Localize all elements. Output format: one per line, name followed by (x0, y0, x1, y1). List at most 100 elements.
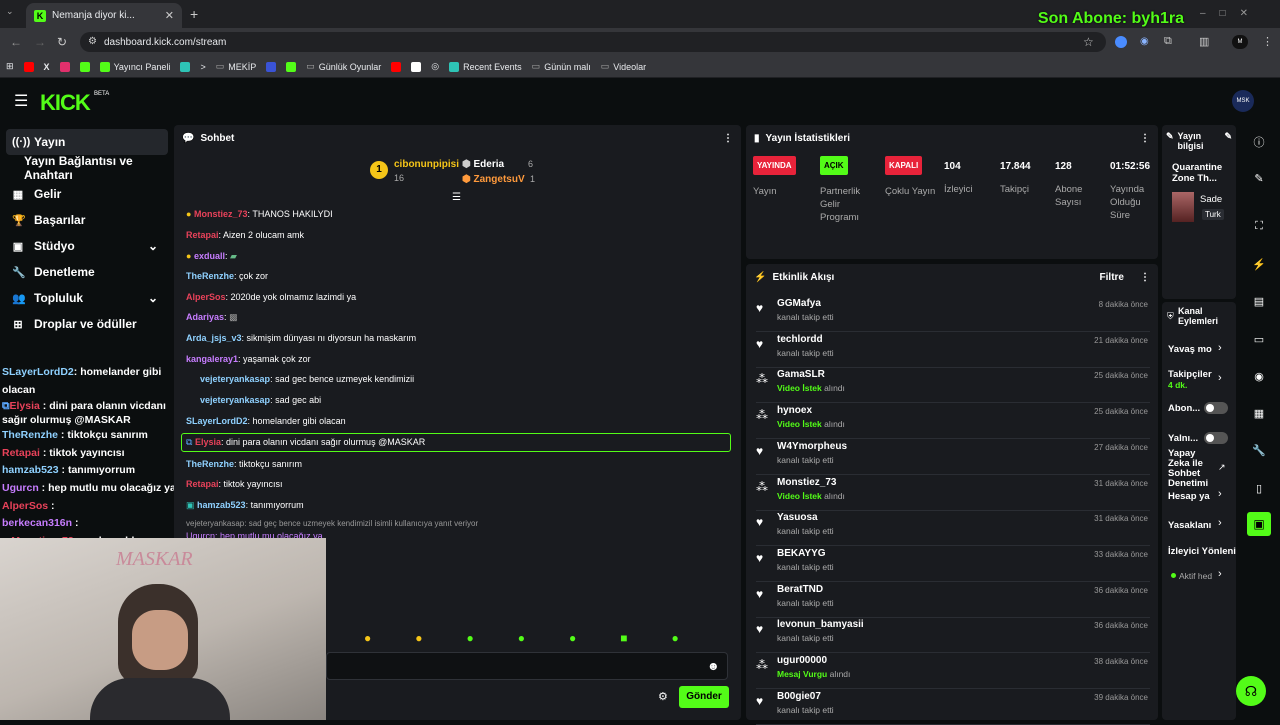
emoji-picker-icon[interactable]: ☻ (707, 659, 720, 673)
account-action[interactable]: Hesap ya (1168, 491, 1210, 502)
chat-user[interactable]: Arda_jsjs_v3 (186, 333, 242, 343)
storage-icon[interactable]: ▦ (1252, 407, 1266, 421)
extension-icon[interactable] (1115, 36, 1127, 48)
image-bookmark-icon[interactable] (411, 61, 422, 72)
mobile-icon[interactable]: ▯ (1252, 482, 1266, 496)
x-bookmark-icon[interactable]: X (44, 62, 50, 72)
kick-logo[interactable]: KICK (40, 90, 91, 116)
clapperboard-icon[interactable]: ▣ (1247, 512, 1271, 536)
forward-icon[interactable]: → (34, 35, 46, 49)
edit-info-icon[interactable]: ✎ (1224, 131, 1232, 151)
chat-user[interactable]: vejeteryankasap (200, 374, 270, 384)
chat-user[interactable]: AlperSos (186, 292, 226, 302)
chat-user[interactable]: exduall (194, 251, 225, 261)
nav-denetleme[interactable]: 🔧 Denetleme (0, 259, 170, 285)
activity-user[interactable]: GGMafya (777, 298, 821, 309)
activity-user[interactable]: BeratTND (777, 584, 823, 595)
slow-mode-action[interactable]: Yavaş mo (1168, 344, 1212, 355)
chat-settings-icon[interactable]: ⚙ (658, 690, 668, 703)
globe-bookmark-icon[interactable]: ◎ (431, 61, 439, 72)
emote-only-toggle[interactable] (1204, 432, 1228, 444)
chevron-right-icon[interactable]: › (1218, 568, 1222, 580)
chevron-right-icon[interactable]: › (1218, 517, 1222, 529)
kick-bookmark-icon[interactable] (286, 61, 297, 72)
collapse-leaderboard-icon[interactable]: ☰ (452, 192, 461, 203)
chat-user[interactable]: Retapai (186, 479, 219, 489)
apps-icon[interactable]: ⊞ (6, 61, 14, 72)
bookmark-gunun-mali[interactable]: ▭ Günün malı (532, 61, 591, 72)
chat-input[interactable] (326, 652, 728, 680)
activity-user[interactable]: hynoex (777, 405, 812, 416)
chat-user[interactable]: TheRenzhe (186, 459, 234, 469)
chat-user[interactable]: TheRenzhe (186, 271, 234, 281)
document-icon[interactable]: ▤ (1252, 295, 1266, 309)
hamburger-menu-icon[interactable]: ☰ (14, 91, 28, 111)
chat-user[interactable]: kangaleray1 (186, 354, 238, 364)
user-avatar[interactable]: MSK (1232, 90, 1254, 112)
filter-button[interactable]: Filtre (1100, 272, 1124, 283)
viewer-management-action[interactable]: İzleyici Yönleni (1168, 546, 1236, 557)
nav-droplar[interactable]: ⊞ Droplar ve ödüller (0, 311, 170, 337)
activity-user[interactable]: B00gie07 (777, 691, 821, 702)
profile-avatar[interactable]: M (1232, 35, 1248, 49)
chevron-right-icon[interactable]: › (1218, 342, 1222, 354)
bookmark-yayinci-paneli[interactable]: Yayıncı Paneli (99, 61, 170, 72)
chat-user[interactable]: Monstiez_73 (194, 209, 248, 219)
emote-icon[interactable]: ■ (620, 631, 627, 645)
chat-user[interactable]: Retapai (186, 230, 219, 240)
chevron-right-icon[interactable]: › (1218, 372, 1222, 384)
chat-user[interactable]: Adariyas (186, 312, 224, 322)
chat-user[interactable]: SLayerLordD2 (186, 416, 248, 426)
youtube-bookmark-icon[interactable] (391, 61, 402, 72)
chat-menu-icon[interactable]: ⋮ (723, 133, 733, 144)
bookmark-icon[interactable] (266, 61, 277, 72)
edit-icon[interactable]: ✎ (1252, 172, 1266, 186)
info-icon[interactable]: ⓘ (1252, 134, 1266, 149)
activity-user[interactable]: levonun_bamyasii (777, 619, 864, 630)
activity-menu-icon[interactable]: ⋮ (1140, 272, 1150, 283)
side-panel-icon[interactable]: ▥ (1199, 35, 1209, 48)
chat-user[interactable]: vejeteryankasap (200, 395, 270, 405)
reload-icon[interactable]: ↻ (57, 35, 67, 49)
activity-user[interactable]: Yasuosa (777, 512, 818, 523)
send-button[interactable]: Gönder (679, 686, 729, 708)
window-controls[interactable]: –□✕ (1200, 8, 1262, 19)
nav-studyo[interactable]: ▣ Stüdyo ⌄ (0, 233, 170, 259)
emote-icon[interactable]: ● (364, 631, 371, 645)
bookmark-videolar[interactable]: ▭ Videolar (601, 61, 646, 72)
emote-icon[interactable]: ● (569, 631, 576, 645)
youtube-bookmark-icon[interactable] (23, 61, 34, 72)
support-headset-icon[interactable]: ☊ (1236, 676, 1266, 706)
bookmark-gunluk-oyunlar[interactable]: ▭ Günlük Oyunlar (306, 61, 381, 72)
external-link-icon[interactable]: ↗ (1218, 462, 1226, 473)
instagram-bookmark-icon[interactable] (59, 61, 70, 72)
url-input[interactable]: dashboard.kick.com/stream (80, 32, 1106, 52)
browser-tab[interactable]: K Nemanja diyor ki... ✕ (26, 3, 182, 28)
activity-user[interactable]: ugur00000 (777, 655, 827, 666)
chat-icon[interactable]: ▭ (1252, 333, 1266, 347)
wrench-icon[interactable]: 🔧 (1252, 444, 1266, 458)
subs-only-toggle[interactable] (1204, 402, 1228, 414)
extension-icon[interactable]: ◉ (1140, 36, 1149, 47)
new-tab-icon[interactable]: + (190, 6, 198, 22)
nav-topluluk[interactable]: 👥 Topluluk ⌄ (0, 285, 170, 311)
bookmark-star-icon[interactable]: ☆ (1083, 35, 1094, 49)
bookmark-mekip[interactable]: ▭ MEKİP (216, 61, 257, 72)
bookmark-icon[interactable]: > (200, 62, 205, 72)
nav-gelir[interactable]: ▦ Gelir (0, 181, 170, 207)
site-info-icon[interactable]: ⚙ (88, 36, 97, 47)
ai-moderation-action[interactable]: Yapay Zeka ile Sohbet Denetimi (1168, 449, 1218, 489)
activity-user[interactable]: GamaSLR (777, 369, 825, 380)
chevron-right-icon[interactable]: › (1218, 488, 1222, 500)
activity-user[interactable]: BEKAYYG (777, 548, 826, 559)
emote-icon[interactable]: ● (518, 631, 525, 645)
bans-action[interactable]: Yasaklanı (1168, 520, 1211, 531)
tab-close-icon[interactable]: ✕ (165, 9, 174, 22)
broadcast-icon[interactable]: ◉ (1252, 370, 1266, 384)
tab-list-chevron-icon[interactable]: ⌄ (6, 6, 20, 20)
nav-yayin[interactable]: ((·)) Yayın (6, 129, 168, 155)
nav-basarilar[interactable]: 🏆 Başarılar (0, 207, 170, 233)
kick-bookmark-icon[interactable] (79, 61, 90, 72)
nav-yayin-baglantisi[interactable]: Yayın Bağlantısı ve Anahtarı (0, 154, 170, 182)
bookmark-recent-events[interactable]: Recent Events (449, 61, 522, 72)
